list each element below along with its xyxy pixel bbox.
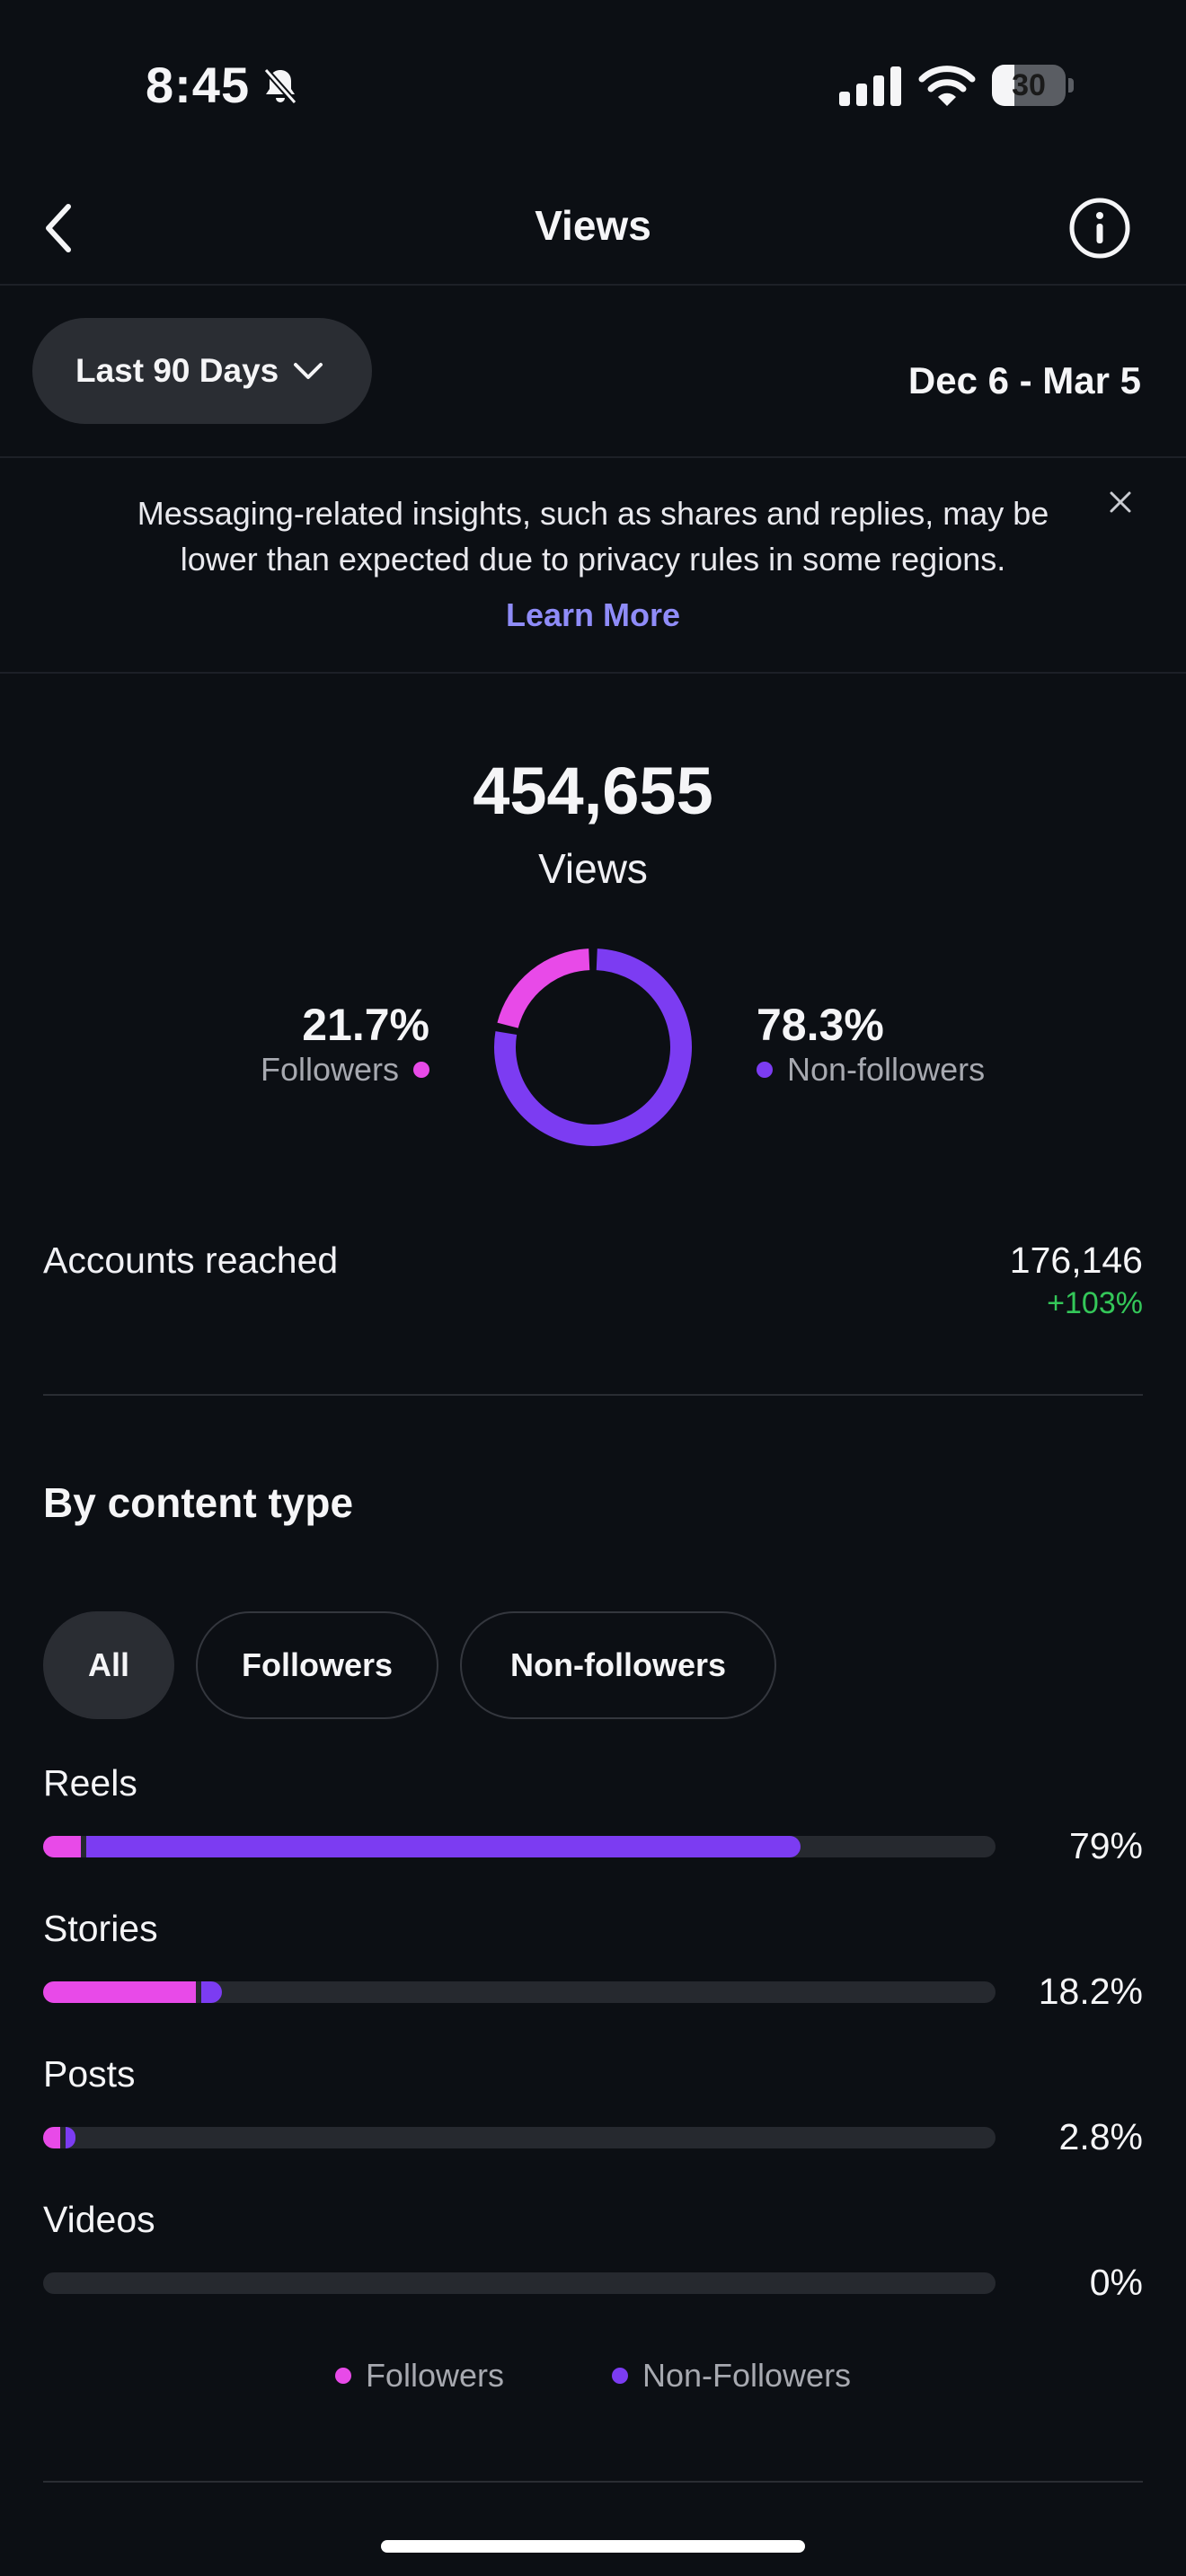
section-divider — [43, 2481, 1143, 2483]
content-row-videos: Videos 0% — [43, 2199, 1143, 2325]
audience-donut-chart — [494, 948, 692, 1146]
donut-segment-followers — [497, 948, 590, 1028]
learn-more-link[interactable]: Learn More — [0, 596, 1186, 634]
legend-item-followers: Followers — [334, 2357, 504, 2395]
nonfollowers-legend-label: Non-followers — [787, 1051, 986, 1088]
bell-slash-icon — [263, 67, 297, 105]
status-time: 8:45 — [146, 57, 251, 113]
notice-close-button[interactable] — [1100, 481, 1141, 523]
content-type-title: By content type — [43, 1479, 354, 1526]
notice-text: Messaging-related insights, such as shar… — [137, 495, 1049, 578]
home-indicator[interactable] — [381, 2540, 805, 2553]
bar-legend: Followers Non-Followers — [0, 2357, 1186, 2395]
privacy-notice: Messaging-related insights, such as shar… — [0, 458, 1186, 674]
followers-dot — [413, 1062, 429, 1078]
followers-percent: 21.7% — [302, 1000, 429, 1050]
total-views-value: 454,655 — [473, 754, 713, 828]
content-row-posts: Posts 2.8% — [43, 2053, 1143, 2179]
row-bar-track — [43, 2127, 996, 2148]
row-bar-track — [43, 1836, 996, 1857]
row-percent: 0% — [1089, 2262, 1143, 2303]
followers-dot — [334, 2368, 351, 2384]
nav-header: Views — [0, 171, 1186, 286]
followers-legend: Followers — [261, 1051, 429, 1089]
legend-label-followers: Followers — [365, 2357, 504, 2394]
row-label: Posts — [43, 2053, 136, 2095]
row-percent: 18.2% — [1038, 1971, 1143, 2012]
date-range-text: Dec 6 - Mar 5 — [907, 359, 1141, 401]
content-row-reels: Reels 79% — [43, 1762, 1143, 1888]
accounts-reached-label: Accounts reached — [43, 1239, 339, 1281]
info-icon — [1069, 198, 1130, 259]
row-label: Stories — [43, 1908, 158, 1949]
row-bar-track — [43, 2272, 996, 2294]
content-row-stories: Stories 18.2% — [43, 1908, 1143, 2033]
row-bar-followers — [43, 2127, 60, 2148]
accounts-reached-change: +103% — [1047, 1286, 1143, 1320]
battery-indicator: 30 — [992, 65, 1074, 106]
row-label: Reels — [43, 1762, 137, 1804]
date-range-dropdown[interactable]: Last 90 Days — [32, 318, 372, 424]
chip-nonfollowers[interactable]: Non-followers — [460, 1611, 776, 1719]
close-icon — [1110, 491, 1131, 513]
views-insights-screen: 8:45 30 Views Last 90 Days Dec 6 - Mar 5… — [0, 0, 1186, 2576]
row-bar-nonfollowers — [201, 1981, 222, 2003]
followers-legend-label: Followers — [260, 1051, 399, 1088]
row-bar-track — [43, 1981, 996, 2003]
chevron-down-icon — [294, 363, 323, 379]
accounts-reached-value: 176,146 — [1009, 1239, 1143, 1281]
chip-followers[interactable]: Followers — [196, 1611, 438, 1719]
row-percent: 2.8% — [1058, 2116, 1143, 2157]
row-percent: 79% — [1068, 1825, 1143, 1866]
audience-filter-chips: All Followers Non-followers — [43, 1611, 798, 1719]
section-divider — [43, 1394, 1143, 1396]
row-bar-followers — [43, 1836, 81, 1857]
row-bar-nonfollowers — [66, 2127, 75, 2148]
date-range-dropdown-label: Last 90 Days — [75, 352, 279, 389]
row-label: Videos — [43, 2199, 155, 2240]
nonfollowers-dot — [611, 2368, 628, 2384]
legend-label-nonfollowers: Non-Followers — [642, 2357, 852, 2394]
total-views-label: Views — [538, 845, 648, 892]
filter-row: Last 90 Days Dec 6 - Mar 5 — [0, 286, 1186, 458]
nonfollowers-legend: Non-followers — [757, 1051, 985, 1089]
wifi-icon — [918, 66, 976, 106]
battery-percent: 30 — [1012, 68, 1046, 102]
page-title: Views — [535, 202, 651, 249]
status-bar: 8:45 30 — [0, 0, 1186, 171]
signal-icon — [839, 66, 901, 106]
legend-item-nonfollowers: Non-Followers — [611, 2357, 852, 2395]
chip-all[interactable]: All — [43, 1611, 174, 1719]
nonfollowers-percent: 78.3% — [757, 1000, 884, 1050]
row-bar-followers — [43, 1981, 196, 2003]
row-bar-nonfollowers — [86, 1836, 801, 1857]
info-button[interactable] — [1066, 194, 1134, 262]
nonfollowers-dot — [757, 1062, 773, 1078]
